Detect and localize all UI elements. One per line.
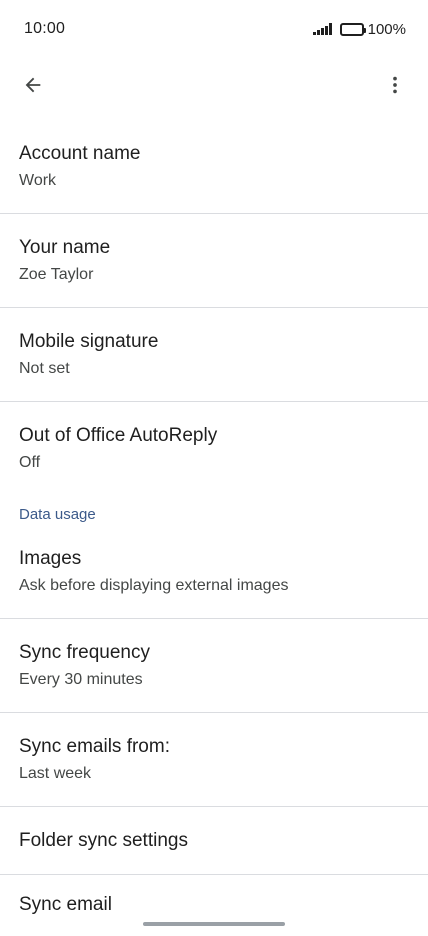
- battery-percent: 100%: [367, 20, 406, 38]
- out-of-office-value: Off: [19, 453, 41, 471]
- account-name-item[interactable]: Account name Work: [0, 120, 428, 213]
- sync-emails-from-item[interactable]: Sync emails from: Last week: [0, 713, 428, 806]
- home-indicator[interactable]: [143, 922, 285, 926]
- images-title: Images: [19, 547, 82, 569]
- out-of-office-item[interactable]: Out of Office AutoReply Off: [0, 402, 428, 495]
- folder-sync-settings-title: Folder sync settings: [19, 829, 188, 851]
- out-of-office-title: Out of Office AutoReply: [19, 424, 218, 446]
- back-button[interactable]: [14, 66, 52, 104]
- mobile-signature-title: Mobile signature: [19, 330, 159, 352]
- sync-frequency-value: Every 30 minutes: [19, 670, 143, 688]
- sync-emails-from-value: Last week: [19, 764, 92, 782]
- account-name-title: Account name: [19, 142, 141, 164]
- app-bar: [0, 58, 428, 112]
- sync-emails-from-title: Sync emails from:: [19, 735, 170, 757]
- screen: 10:00 100% Account name Work Your name Z…: [0, 0, 428, 936]
- more-vert-icon: [393, 76, 397, 94]
- battery-icon: [339, 22, 366, 36]
- settings-list: Account name Work Your name Zoe Taylor M…: [0, 120, 428, 915]
- mobile-signature-value: Not set: [19, 359, 70, 377]
- your-name-value: Zoe Taylor: [19, 265, 94, 283]
- sync-frequency-item[interactable]: Sync frequency Every 30 minutes: [0, 619, 428, 712]
- your-name-title: Your name: [19, 236, 111, 258]
- status-bar: 10:00 100%: [0, 0, 428, 58]
- status-time: 10:00: [24, 20, 66, 37]
- sync-frequency-title: Sync frequency: [19, 641, 150, 663]
- section-header-data-usage: Data usage: [19, 506, 96, 523]
- images-item[interactable]: Images Ask before displaying external im…: [0, 525, 428, 618]
- mobile-signature-item[interactable]: Mobile signature Not set: [0, 308, 428, 401]
- arrow-back-icon: [25, 77, 41, 93]
- signal-icon: [313, 23, 332, 35]
- partial-item-title: Sync email: [19, 894, 112, 915]
- account-name-value: Work: [19, 171, 57, 189]
- partial-item[interactable]: Sync email: [0, 875, 428, 915]
- your-name-item[interactable]: Your name Zoe Taylor: [0, 214, 428, 307]
- folder-sync-settings-item[interactable]: Folder sync settings: [0, 807, 428, 874]
- images-value: Ask before displaying external images: [19, 576, 289, 594]
- more-options-button[interactable]: [376, 66, 414, 104]
- status-right: 100%: [313, 21, 406, 38]
